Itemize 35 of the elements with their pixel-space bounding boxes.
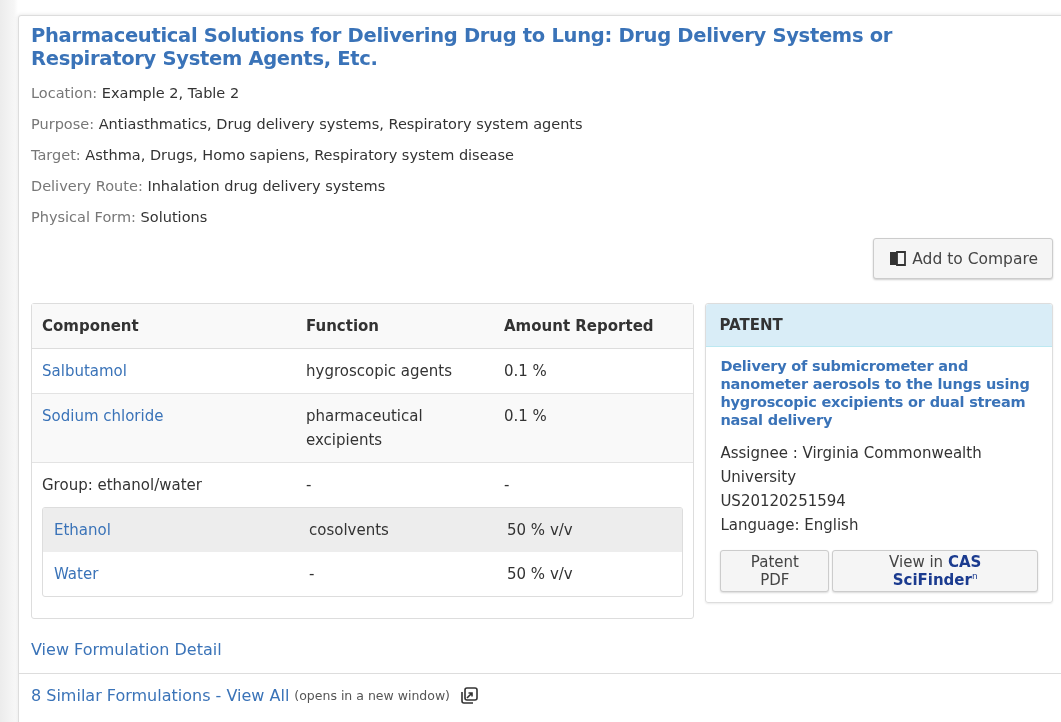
new-window-icon [461, 687, 478, 704]
table-cell: pharmaceutical excipients [296, 393, 494, 463]
component-link[interactable]: Ethanol [54, 521, 111, 539]
table-cell: - [298, 552, 496, 596]
new-window-note: (opens in a new window) [294, 688, 450, 703]
column-header: Amount Reported [494, 304, 694, 349]
patent-info: Language: English [720, 515, 860, 536]
component-link[interactable]: Sodium chloride [42, 407, 164, 425]
compare-icon [888, 250, 909, 267]
patent-button[interactable]: View in CAS SciFinder$^{n}$ [832, 550, 1038, 592]
table-cell: 50 % v/v [496, 552, 683, 596]
similar-formulations-link[interactable]: 8 Similar Formulations - View All [31, 686, 290, 705]
table-cell: - [494, 462, 694, 507]
view-detail-link[interactable]: View Formulation Detail [31, 640, 222, 659]
column-header: Component [32, 304, 296, 349]
column-header: Function [296, 304, 494, 349]
formulation-title: Pharmaceutical Solutions for Delivering Drug to Lung: Drug Delivery Systems or Respiratory System Agents, Etc. [31, 24, 894, 70]
table-cell: 0.1 % [494, 393, 694, 463]
group-label: Group: ethanol/water [32, 462, 296, 507]
panel-header: PATENT [706, 304, 1052, 347]
field-line: Purpose: Antiasthmatics, Drug delivery systems, Respiratory system agents [31, 115, 584, 134]
add-to-compare-button[interactable]: Add to Compare [873, 238, 1053, 279]
component-link[interactable]: Water [54, 565, 99, 583]
field-line: Target: Asthma, Drugs, Homo sapiens, Respiratory system disease [31, 146, 515, 165]
patent-info: Assignee : Virginia Commonwealth University [720, 443, 983, 488]
field-line: Location: Example 2, Table 2 [31, 84, 241, 103]
table-cell: cosolvents [298, 508, 496, 552]
field-line: Physical Form: Solutions [31, 208, 209, 227]
component-link[interactable]: Salbutamol [42, 362, 127, 380]
table-cell: 50 % v/v [496, 508, 683, 552]
table-cell: - [296, 462, 494, 507]
patent-button[interactable]: Patent PDF [720, 550, 830, 592]
field-line: Delivery Route: Inhalation drug delivery systems [31, 177, 387, 196]
patent-info: US20120251594 [720, 491, 847, 512]
patent-title-link[interactable]: Delivery of submicrometer and nanometer aerosols to the lungs using hygroscopic excipients or dual stream nasal delivery [720, 357, 1038, 429]
